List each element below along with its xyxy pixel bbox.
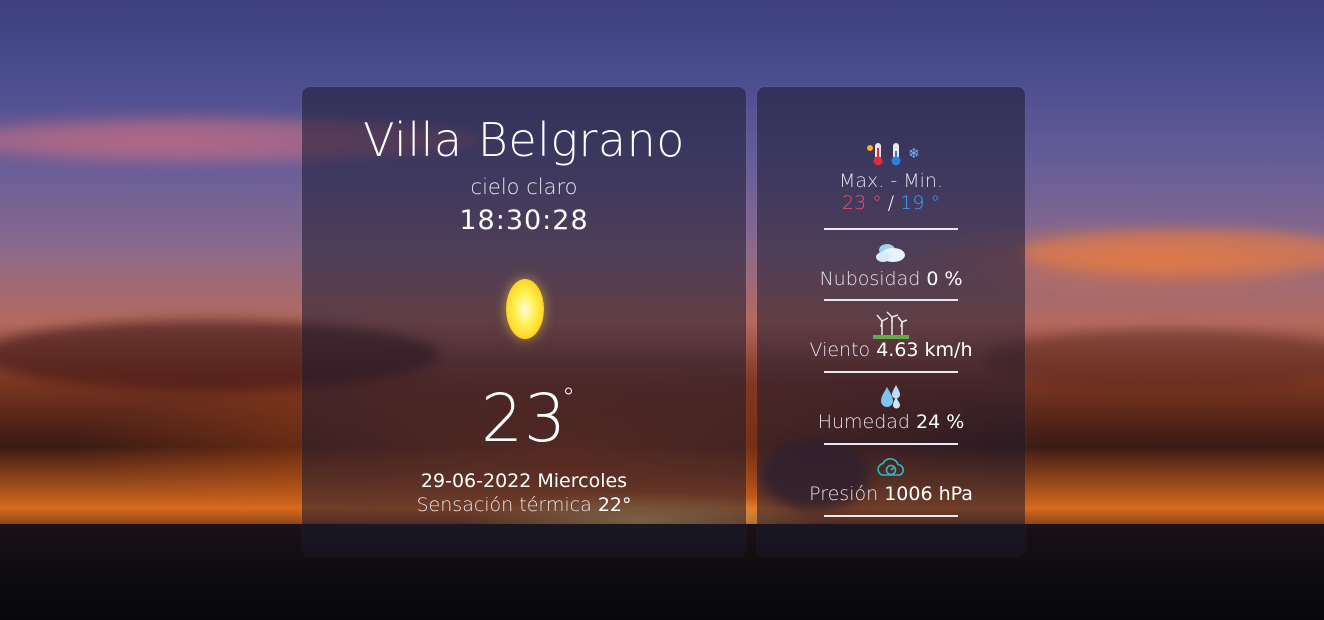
wind-label: Viento [809, 339, 871, 361]
water-drops-icon [757, 383, 1025, 409]
weather-description: cielo claro [470, 175, 578, 199]
sunset-background: Villa Belgrano cielo claro 18:30:28 23 °… [0, 0, 1324, 620]
divider [824, 371, 958, 373]
wind-turbine-icon [757, 311, 1025, 339]
divider [824, 443, 958, 445]
wind-text: Viento 4.63 km/h [757, 339, 1025, 361]
maxmin-label: Max. - Min. [838, 170, 943, 192]
divider [824, 515, 958, 517]
background-cloud [980, 330, 1324, 390]
divider [824, 228, 958, 230]
date-label: 29-06-2022 Miercoles [420, 470, 628, 492]
cloud-icon [757, 240, 1025, 266]
maxmin-values: 23 ° / 19 ° [757, 192, 1025, 214]
humidity-item: Humedad 24 % [757, 383, 1025, 433]
temperature-value: 23 [481, 380, 567, 457]
humidity-label: Humedad [817, 411, 910, 433]
feels-like: Sensación térmica 22° [302, 494, 746, 516]
clouds-value: 0 % [926, 268, 963, 290]
humidity-value: 24 % [916, 411, 965, 433]
max-temperature: 23 ° [842, 192, 882, 214]
pressure-text: Presión 1006 hPa [757, 483, 1025, 505]
sun-icon [506, 279, 544, 339]
city-name: Villa Belgrano [363, 113, 685, 167]
clouds-label: Nubosidad [819, 268, 921, 290]
feels-like-label: Sensación térmica [416, 494, 592, 516]
thermometer-hot-cold-icon: ❄ [757, 141, 1025, 167]
clouds-item: Nubosidad 0 % [757, 240, 1025, 290]
pressure-label: Presión [809, 483, 879, 505]
wind-value: 4.63 km/h [876, 339, 973, 361]
divider [824, 299, 958, 301]
wind-item: Viento 4.63 km/h [757, 311, 1025, 361]
current-time: 18:30:28 [459, 205, 589, 236]
degree-symbol: ° [562, 383, 575, 413]
maxmin-separator: / [887, 192, 895, 214]
clouds-text: Nubosidad 0 % [757, 268, 1025, 290]
pressure-gauge-icon [757, 455, 1025, 481]
pressure-item: Presión 1006 hPa [757, 455, 1025, 505]
svg-text:❄: ❄ [908, 146, 920, 162]
min-temperature: 19 ° [900, 192, 940, 214]
humidity-text: Humedad 24 % [757, 411, 1025, 433]
pressure-value: 1006 hPa [884, 483, 973, 505]
maxmin-item: ❄ Max. - Min. 23 ° / 19 ° [757, 141, 1025, 214]
background-cloud [1020, 230, 1324, 275]
feels-like-value: 22° [597, 494, 632, 516]
